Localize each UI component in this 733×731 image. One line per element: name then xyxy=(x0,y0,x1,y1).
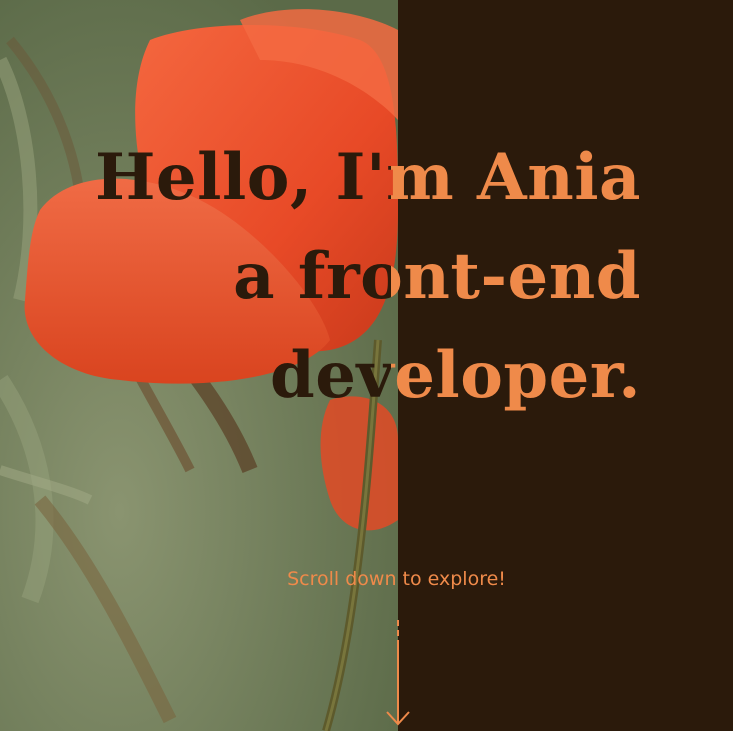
scroll-hint-text: Scroll down to explore! xyxy=(287,568,506,590)
headline-line-3: developer. xyxy=(270,338,641,413)
hero-section: Hello, I'm Ania a front-end developer. S… xyxy=(0,0,733,731)
headline-line-1: Hello, I'm Ania xyxy=(94,140,641,215)
headline-line-2: a front-end xyxy=(233,239,641,314)
arrow-down-icon[interactable] xyxy=(384,618,412,730)
hero-headline: Hello, I'm Ania a front-end developer. xyxy=(95,128,641,425)
